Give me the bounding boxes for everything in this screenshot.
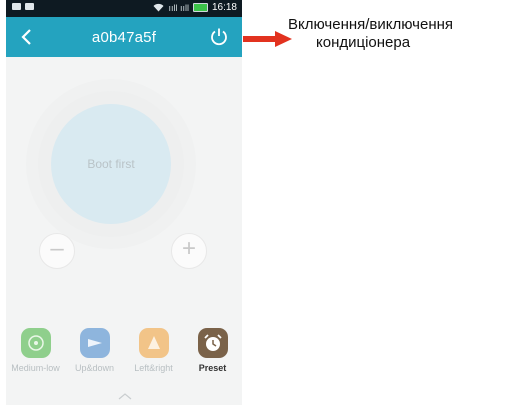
power-button[interactable] (206, 24, 232, 50)
swing-updown-icon (87, 339, 102, 347)
mode-bar: Medium-low Up&down Left&right Preset (6, 328, 242, 373)
annotation-arrow-icon (243, 31, 292, 47)
chevron-up-icon[interactable] (118, 392, 132, 400)
mode-label: Left&right (134, 363, 173, 373)
status-time: 16:18 (211, 2, 237, 13)
mode-label: Medium-low (11, 363, 60, 373)
swing-leftright-icon (147, 336, 160, 349)
title-bar: a0b47a5f (6, 17, 242, 57)
dial-status-label: Boot first (87, 157, 135, 171)
chevron-left-icon (21, 29, 31, 45)
mode-swing-leftright-tile (138, 328, 169, 358)
image-icon (25, 3, 34, 10)
annotation-caption: Включення/виключення кондиціонера (288, 16, 524, 52)
increase-button[interactable]: + (171, 233, 207, 269)
mode-fan-speed-tile (20, 328, 51, 358)
plus-icon: + (181, 235, 196, 262)
phone-screen: ııll ııll 16:18 a0b47a5f Boot first – + (6, 0, 242, 405)
power-dial[interactable]: Boot first (51, 104, 171, 224)
mode-swing-updown[interactable]: Up&down (65, 328, 124, 373)
annotation-line-1: Включення/виключення (288, 16, 454, 33)
alarm-clock-icon (203, 334, 222, 351)
device-title: a0b47a5f (91, 28, 157, 46)
decrease-button[interactable]: – (39, 233, 75, 269)
mode-swing-leftright[interactable]: Left&right (124, 328, 183, 373)
notification-icon (12, 3, 21, 10)
minus-icon: – (50, 235, 64, 262)
signal-icon: ııll ııll (168, 2, 189, 13)
fan-speed-icon (27, 335, 44, 351)
mode-preset-tile (197, 328, 228, 358)
mode-preset[interactable]: Preset (183, 328, 242, 373)
mode-label: Up&down (74, 363, 115, 373)
annotation-line-2: кондиціонера (316, 34, 411, 51)
back-button[interactable] (12, 23, 40, 51)
mode-swing-updown-tile (79, 328, 110, 358)
battery-icon (192, 3, 208, 12)
mode-label: Preset (198, 363, 227, 373)
status-bar: ııll ııll 16:18 (6, 0, 242, 17)
power-icon (211, 28, 227, 46)
mode-fan-speed[interactable]: Medium-low (6, 328, 65, 373)
wifi-icon (153, 3, 164, 12)
